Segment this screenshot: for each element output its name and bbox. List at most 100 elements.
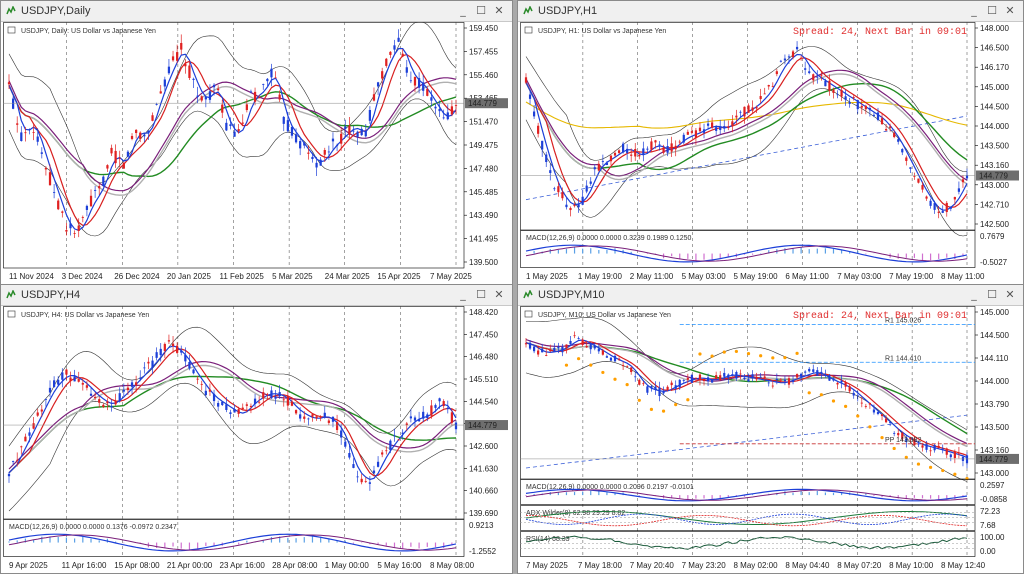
- candle-body: [961, 179, 965, 183]
- candle-body: [759, 95, 762, 100]
- candle-body: [626, 366, 629, 368]
- candle-body: [613, 355, 617, 362]
- window-titlebar[interactable]: USDJPY,H4 _ ☐ ✕: [1, 285, 512, 306]
- psar-dot: [807, 391, 811, 395]
- candle-body: [282, 116, 285, 124]
- candle-body: [791, 51, 795, 58]
- candle-body: [352, 464, 355, 468]
- macd-histogram-bar: [598, 490, 600, 496]
- chart-area[interactable]: USDJPY, H4: US Dollar vs Japanese Yen 148…: [3, 306, 510, 571]
- macd-histogram-bar: [711, 495, 713, 500]
- candle-body: [820, 74, 823, 76]
- candle-body: [454, 105, 458, 106]
- price-label: 155.460: [469, 71, 498, 80]
- candle-body: [751, 107, 754, 111]
- chart-window-daily[interactable]: USDJPY,Daily _ ☐ ✕ USDJPY, Daily: US Dol…: [0, 0, 513, 285]
- candle-body: [832, 89, 835, 93]
- price-chart[interactable]: R1 145.026R1 144.410PP 143.382USDJPY, M1…: [520, 306, 1021, 571]
- candle-body: [405, 67, 408, 73]
- price-label: 142.600: [469, 442, 498, 451]
- price-label: 144.110: [980, 354, 1009, 363]
- minimize-button[interactable]: _: [456, 4, 470, 18]
- candle-body: [430, 405, 433, 416]
- candle-body: [658, 387, 661, 397]
- candle-body: [200, 383, 203, 385]
- macd-histogram-bar: [840, 250, 843, 254]
- time-label: 20 Jan 2025: [167, 272, 212, 281]
- macd-histogram-bar: [443, 542, 445, 549]
- close-button[interactable]: ✕: [1003, 288, 1017, 302]
- macd-histogram-bar: [590, 490, 592, 496]
- candle-body: [840, 380, 843, 383]
- candle-body: [299, 414, 302, 419]
- candle-body: [69, 223, 72, 229]
- chart-window-m10[interactable]: USDJPY,M10 _ ☐ ✕ R1 145.026 R1 144.410 PP …: [517, 284, 1024, 574]
- maximize-button[interactable]: ☐: [985, 4, 999, 18]
- close-button[interactable]: ✕: [492, 4, 506, 18]
- candle-body: [795, 374, 799, 378]
- chart-background: [520, 22, 1021, 282]
- price-chart[interactable]: USDJPY, H1: US Dollar vs Japanese Yen Spr…: [520, 22, 1021, 282]
- candle-body: [731, 121, 734, 126]
- price-label: 148.420: [469, 308, 498, 317]
- candle-body: [557, 186, 560, 193]
- candle-body: [897, 432, 900, 436]
- candle-body: [274, 396, 277, 399]
- chart-background: [3, 22, 510, 282]
- maximize-button[interactable]: ☐: [474, 288, 488, 302]
- candle-body: [828, 375, 831, 381]
- minimize-button[interactable]: _: [967, 4, 981, 18]
- candle-body: [48, 387, 52, 393]
- chart-window-h1[interactable]: USDJPY,H1 _ ☐ ✕ USDJPY, H1: US Dollar vs…: [517, 0, 1024, 285]
- candle-body: [771, 85, 774, 87]
- close-button[interactable]: ✕: [492, 288, 506, 302]
- candle-body: [176, 345, 179, 353]
- spread-info: Spread: 24, Next Bar in 09:01: [793, 26, 967, 38]
- macd-histogram-bar: [938, 253, 940, 260]
- macd-histogram-bar: [792, 492, 794, 496]
- candle-body: [868, 402, 872, 405]
- chart-window-h4[interactable]: USDJPY,H4 _ ☐ ✕ USDJPY, H4: US Dollar vs…: [0, 284, 513, 574]
- candle-body: [638, 379, 641, 385]
- psar-dot: [916, 462, 921, 466]
- minimize-button[interactable]: _: [456, 288, 470, 302]
- candle-body: [135, 129, 138, 134]
- candle-body: [800, 373, 803, 377]
- candle-body: [340, 430, 343, 438]
- candle-body: [139, 377, 142, 379]
- candle-body: [524, 343, 528, 345]
- candle-body: [816, 370, 819, 376]
- candle-body: [221, 104, 224, 113]
- time-label: 7 May 2025: [430, 272, 472, 281]
- chart-area[interactable]: USDJPY, H1: US Dollar vs Japanese Yen Spr…: [520, 22, 1021, 282]
- chart-area[interactable]: R1 145.026 R1 144.410 PP 143.382 USDJPY, M1…: [520, 306, 1021, 571]
- minimize-button[interactable]: _: [967, 288, 981, 302]
- candle-body: [945, 448, 948, 455]
- macd-histogram-bar: [98, 540, 100, 543]
- price-chart[interactable]: USDJPY, Daily: US Dollar vs Japanese Yen…: [3, 22, 510, 282]
- candle-body: [706, 377, 710, 382]
- candle-body: [126, 151, 130, 157]
- psar-dot: [819, 393, 823, 397]
- window-titlebar[interactable]: USDJPY,Daily _ ☐ ✕: [1, 1, 512, 22]
- time-label: 8 May 07:20: [837, 561, 882, 570]
- candle-body: [241, 122, 244, 124]
- window-titlebar[interactable]: USDJPY,M10 _ ☐ ✕: [518, 285, 1023, 306]
- close-button[interactable]: ✕: [1003, 4, 1017, 18]
- macd-histogram-bar: [16, 540, 18, 543]
- candle-body: [808, 71, 811, 74]
- time-label: 7 May 19:00: [889, 272, 934, 281]
- price-chart[interactable]: USDJPY, H4: US Dollar vs Japanese Yen 148…: [3, 306, 510, 571]
- chart-area[interactable]: USDJPY, Daily: US Dollar vs Japanese Yen…: [3, 22, 510, 282]
- candle-body: [188, 65, 191, 78]
- time-label: 8 May 04:40: [785, 561, 830, 570]
- candle-body: [262, 83, 265, 85]
- window-titlebar[interactable]: USDJPY,H1 _ ☐ ✕: [518, 1, 1023, 22]
- maximize-button[interactable]: ☐: [474, 4, 488, 18]
- candle-body: [376, 82, 380, 87]
- maximize-button[interactable]: ☐: [985, 288, 999, 302]
- candle-body: [253, 398, 257, 405]
- candle-body: [89, 195, 93, 207]
- price-label: 139.690: [469, 509, 498, 518]
- price-label: 139.500: [469, 258, 498, 267]
